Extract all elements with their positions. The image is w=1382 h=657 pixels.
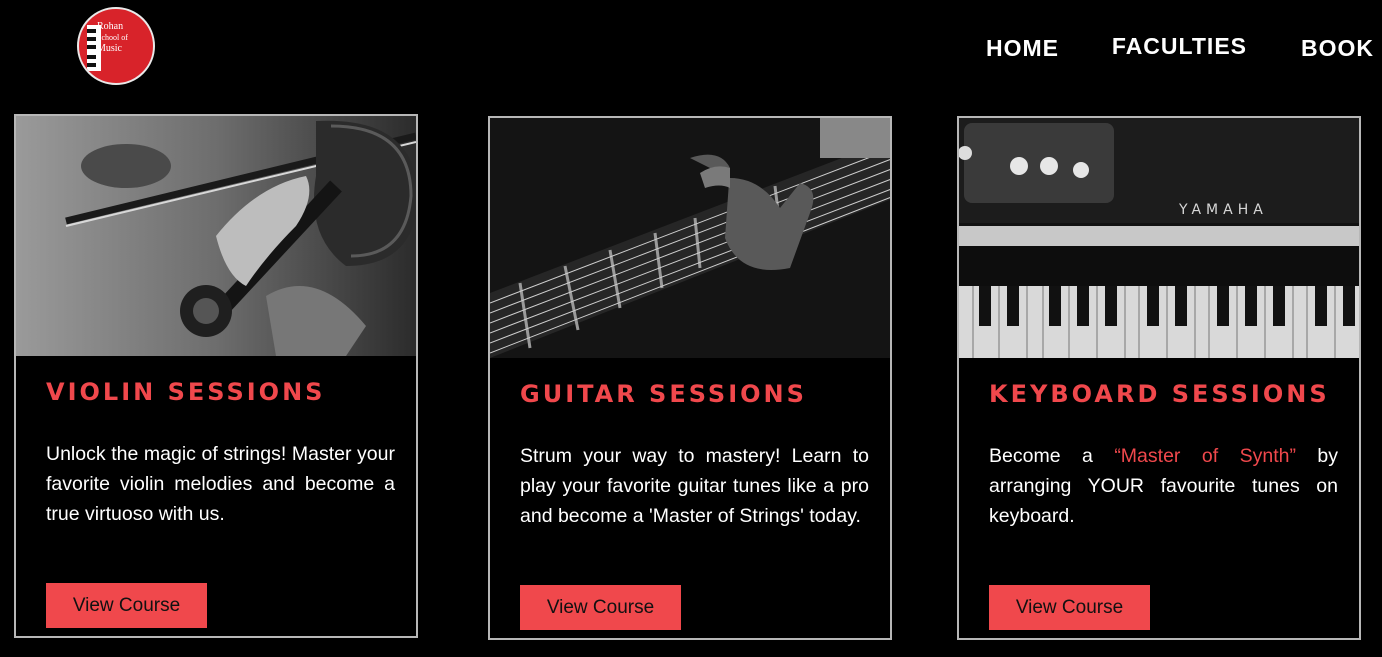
keyboard-photo: YAMAHA <box>959 118 1359 358</box>
card-title: GUITAR SESSIONS <box>520 380 807 408</box>
course-card-keyboard: YAMAHA KEYBOARD SESSIONS Become a “Maste… <box>957 116 1361 640</box>
course-card-guitar: GUITAR SESSIONS Strum your way to master… <box>488 116 892 640</box>
card-description: Unlock the magic of strings! Master your… <box>46 443 395 525</box>
nav-book[interactable]: BOOK <box>1301 35 1374 62</box>
guitar-photo <box>490 118 890 358</box>
violin-photo <box>16 116 416 356</box>
view-course-button[interactable]: View Course <box>520 585 681 630</box>
logo-text: Rohan School of Music <box>97 21 128 54</box>
view-course-button[interactable]: View Course <box>989 585 1150 630</box>
course-card-violin: VIOLIN SESSIONS Unlock the magic of stri… <box>14 114 418 638</box>
card-title: VIOLIN SESSIONS <box>46 378 326 406</box>
view-course-button[interactable]: View Course <box>46 583 207 628</box>
desc-highlight: “Master of Synth” <box>1114 445 1296 467</box>
school-logo[interactable]: Rohan School of Music <box>77 7 155 85</box>
yamaha-brand-text: YAMAHA <box>1178 202 1268 218</box>
card-title: KEYBOARD SESSIONS <box>989 380 1330 408</box>
desc-text-start: Become a <box>989 445 1115 467</box>
card-description: Strum your way to mastery! Learn to play… <box>520 445 869 527</box>
nav-faculties[interactable]: FACULTIES <box>1112 33 1247 60</box>
card-description: Become a “Master of Synth” by arranging … <box>989 441 1338 531</box>
nav-home[interactable]: HOME <box>986 35 1059 62</box>
